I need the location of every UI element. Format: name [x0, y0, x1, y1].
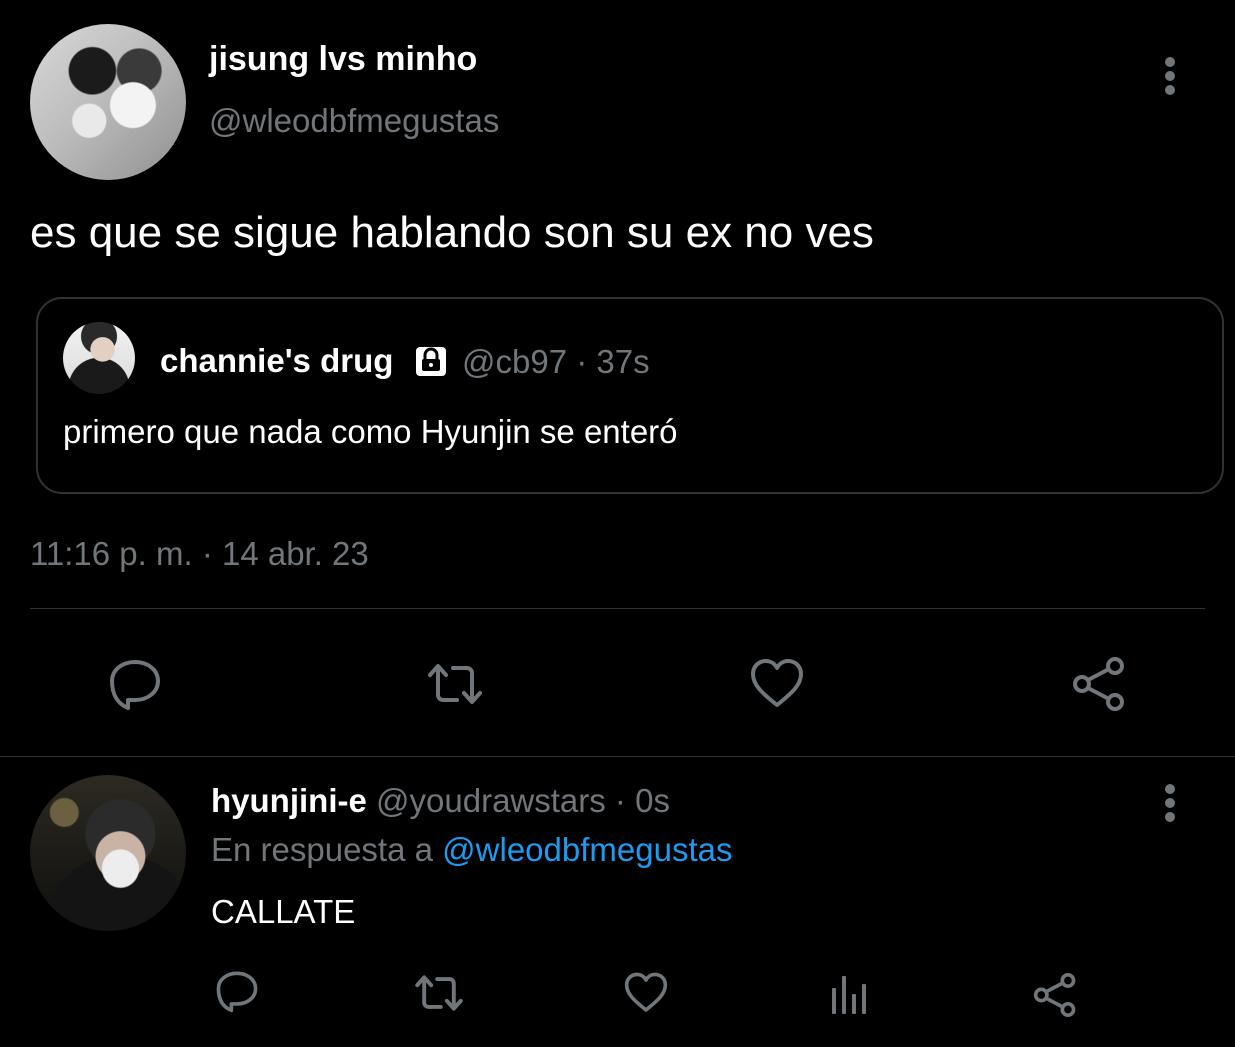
- author-display-name[interactable]: jisung lvs minho: [209, 40, 477, 79]
- reply-context-mention[interactable]: @wleodbfmegustas: [442, 831, 732, 868]
- reply-context: En respuesta a @wleodbfmegustas: [211, 831, 732, 869]
- quoted-tweet-text: primero que nada como Hyunjin se enteró: [63, 413, 678, 450]
- quoted-tweet-card[interactable]: [36, 297, 1224, 494]
- quoted-author-handle-time: @cb97 · 37s: [462, 343, 650, 380]
- share-icon[interactable]: [1030, 970, 1080, 1020]
- reply-icon[interactable]: [212, 966, 262, 1016]
- more-vertical-icon[interactable]: [1156, 54, 1186, 98]
- reply-author-display-name[interactable]: hyunjini-e: [211, 782, 367, 819]
- reply-icon[interactable]: [104, 653, 166, 715]
- like-icon[interactable]: [746, 653, 808, 715]
- quoted-author-display-name: channie's drug: [160, 342, 394, 379]
- divider: [30, 608, 1205, 609]
- retweet-icon[interactable]: [424, 653, 486, 715]
- reply-author-avatar[interactable]: [30, 775, 186, 931]
- tweet-text: es que se sigue hablando son su ex no ve…: [30, 208, 874, 257]
- analytics-icon[interactable]: [826, 970, 872, 1018]
- reply-author-handle-time[interactable]: @youdrawstars · 0s: [376, 782, 670, 819]
- retweet-icon[interactable]: [412, 966, 466, 1020]
- lock-icon: [413, 343, 449, 379]
- reply-context-prefix: En respuesta a: [211, 831, 433, 868]
- author-handle[interactable]: @wleodbfmegustas: [209, 102, 499, 140]
- reply-header: hyunjini-e @youdrawstars · 0s: [211, 782, 670, 820]
- more-vertical-icon[interactable]: [1156, 781, 1186, 825]
- author-avatar[interactable]: [30, 24, 186, 180]
- like-icon[interactable]: [621, 968, 671, 1018]
- quoted-author-avatar: [63, 322, 135, 394]
- share-icon[interactable]: [1068, 653, 1130, 715]
- tweet-timestamp[interactable]: 11:16 p. m. · 14 abr. 23: [30, 535, 369, 573]
- divider: [0, 756, 1235, 757]
- reply-text: CALLATE: [211, 893, 356, 930]
